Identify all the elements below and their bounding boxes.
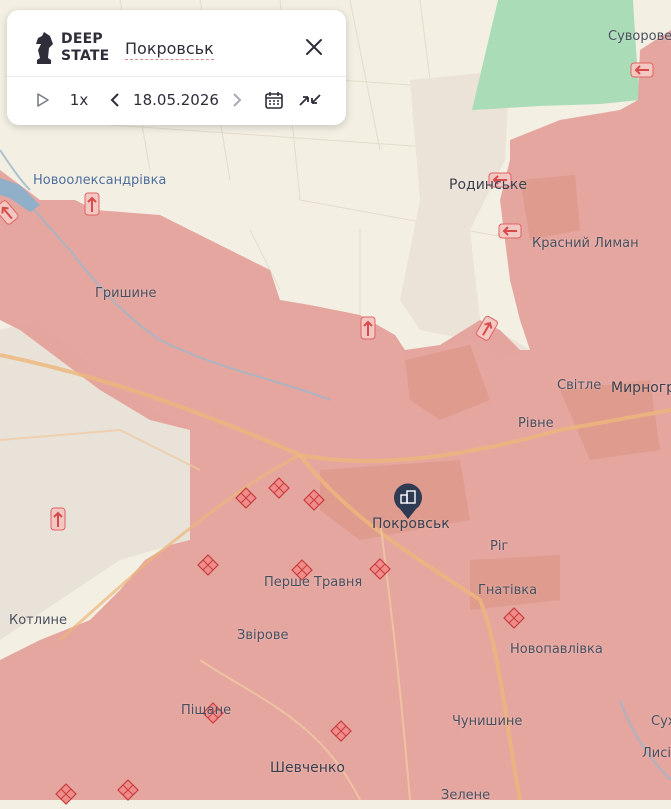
- place-label: Рівне: [518, 416, 554, 431]
- play-icon: [37, 93, 49, 107]
- calendar-button[interactable]: [262, 88, 286, 112]
- place-label: Красний Лиман: [532, 236, 639, 251]
- date-display[interactable]: 18.05.2026: [133, 88, 219, 112]
- speed-button[interactable]: 1x: [65, 88, 93, 112]
- strike-diamond-icon[interactable]: [330, 720, 352, 746]
- place-label: Ріг: [490, 539, 509, 554]
- place-label: Покровськ: [372, 516, 450, 532]
- strike-diamond-icon[interactable]: [503, 607, 525, 633]
- compare-button[interactable]: [297, 88, 323, 112]
- chevron-left-icon: [110, 93, 119, 107]
- strike-diamond-icon[interactable]: [369, 558, 391, 584]
- search-input[interactable]: Покровськ: [125, 39, 214, 60]
- place-label: Родинське: [449, 177, 527, 193]
- strike-diamond-icon[interactable]: [197, 554, 219, 580]
- knight-chess-icon: [36, 32, 53, 64]
- strike-diamond-icon[interactable]: [55, 783, 77, 809]
- brand-line-1: DEEP: [61, 31, 103, 47]
- strike-diamond-icon[interactable]: [235, 487, 257, 513]
- next-date-button[interactable]: [227, 88, 247, 112]
- strike-diamond-icon[interactable]: [303, 489, 325, 515]
- place-label: Звірове: [237, 628, 289, 643]
- divider: [7, 76, 346, 77]
- place-label: Суворове: [608, 29, 671, 44]
- map-control-card: DEEP STATE Покровськ 1x 18.05.2026: [7, 10, 346, 125]
- close-icon[interactable]: [303, 36, 325, 58]
- place-label: Перше Травня: [264, 575, 363, 590]
- brand-line-2: STATE: [61, 48, 110, 64]
- advance-arrow-icon[interactable]: [84, 192, 100, 220]
- advance-arrow-icon[interactable]: [630, 62, 654, 82]
- forest-area: [472, 0, 640, 110]
- strike-diamond-icon[interactable]: [117, 779, 139, 805]
- place-label: Шевченко: [270, 760, 345, 776]
- compress-arrows-icon: [299, 94, 321, 106]
- place-label: Сух: [651, 714, 671, 729]
- deepstate-logo[interactable]: DEEP STATE: [33, 30, 109, 66]
- place-label: Гнатівка: [478, 583, 538, 598]
- place-label: Гришине: [95, 286, 157, 301]
- place-label: Котлине: [9, 613, 68, 628]
- calendar-icon: [265, 92, 283, 109]
- chevron-right-icon: [233, 93, 242, 107]
- place-label: Новоолександрівка: [33, 173, 167, 188]
- place-label: Піщане: [181, 703, 232, 718]
- place-label: Мирногр: [611, 380, 671, 396]
- place-label: Світле: [557, 378, 602, 393]
- advance-arrow-icon[interactable]: [50, 507, 66, 535]
- strike-diamond-icon[interactable]: [268, 477, 290, 503]
- play-button[interactable]: [33, 88, 53, 112]
- prev-date-button[interactable]: [105, 88, 125, 112]
- place-label: Лисі: [642, 746, 671, 761]
- advance-arrow-icon[interactable]: [498, 223, 522, 243]
- place-label: Зелене: [441, 788, 491, 803]
- advance-arrow-icon[interactable]: [360, 316, 376, 344]
- place-label: Новопавлівка: [510, 642, 603, 657]
- place-label: Чунишине: [452, 714, 523, 729]
